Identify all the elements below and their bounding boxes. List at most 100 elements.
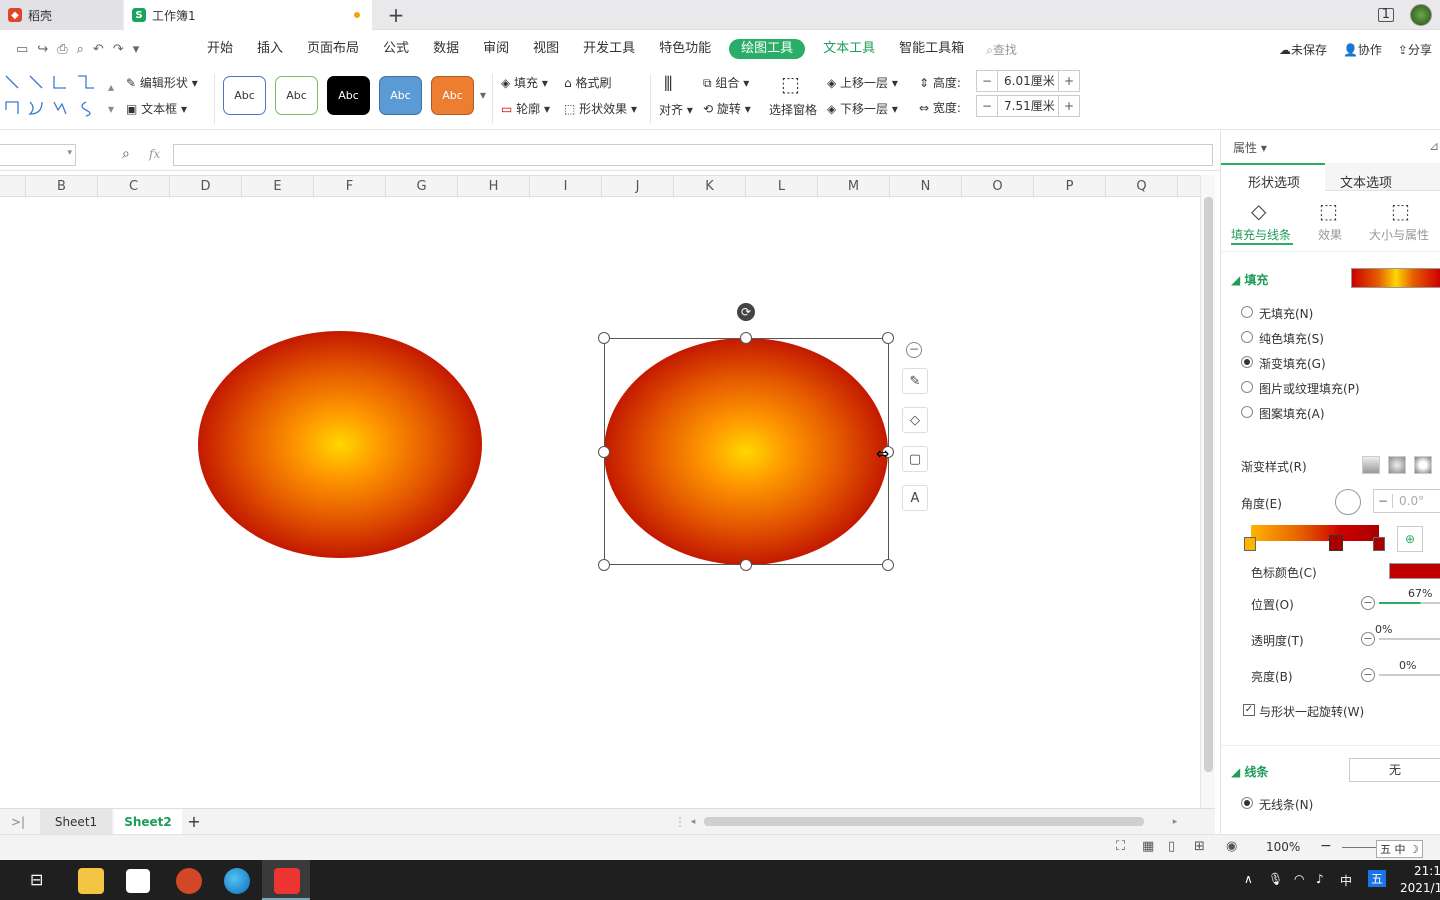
float-style-brush-icon[interactable]: ✎ xyxy=(902,368,928,394)
column-header[interactable]: P xyxy=(1034,176,1106,197)
size-props-icon[interactable]: ⬚ xyxy=(1391,199,1410,223)
style-more-icon[interactable]: ▾ xyxy=(480,88,486,102)
gradient-bar[interactable] xyxy=(1251,525,1379,541)
column-header[interactable]: M xyxy=(818,176,890,197)
column-header-a-partial[interactable] xyxy=(0,176,26,197)
shape-style-5[interactable]: Abc xyxy=(431,76,474,115)
menu-developer[interactable]: 开发工具 xyxy=(571,30,647,68)
radio-no-line[interactable] xyxy=(1241,797,1253,809)
unsaved-button[interactable]: ☁未保存 xyxy=(1279,41,1327,58)
transparency-slider[interactable] xyxy=(1379,638,1440,640)
menu-review[interactable]: 审阅 xyxy=(471,30,521,68)
column-header[interactable]: N xyxy=(890,176,962,197)
resize-handle-w[interactable] xyxy=(598,446,610,458)
share-doc-icon[interactable]: ↪ xyxy=(37,42,48,57)
search-box[interactable]: ⌕查找 xyxy=(986,41,1017,58)
collapse-icon[interactable]: − xyxy=(906,342,922,358)
column-header[interactable]: G xyxy=(386,176,458,197)
page-break-view-icon[interactable]: ⊞ xyxy=(1194,839,1205,854)
ime-tray-label[interactable]: 中 xyxy=(1340,872,1352,889)
gradient-ellipse-shape[interactable] xyxy=(198,331,482,558)
column-header[interactable]: J xyxy=(602,176,674,197)
shape-effect-button[interactable]: ⬚ 形状效果 ▾ xyxy=(564,100,637,117)
column-header[interactable]: I xyxy=(530,176,602,197)
microphone-icon[interactable]: 🎙 xyxy=(1268,872,1283,886)
column-header[interactable]: B xyxy=(26,176,98,197)
page-layout-view-icon[interactable]: ▯ xyxy=(1168,839,1175,854)
fill-button[interactable]: ◈ 填充 ▾ xyxy=(501,74,548,91)
horizontal-scroll-thumb[interactable] xyxy=(704,817,1144,826)
zoom-level[interactable]: 100% xyxy=(1266,840,1300,854)
redo-icon[interactable]: ↷ xyxy=(113,42,124,57)
align-button[interactable]: 对齐 ▾ xyxy=(659,101,693,118)
angle-stepper[interactable]: − 0.0° xyxy=(1373,489,1440,513)
gradient-stop-3[interactable] xyxy=(1373,537,1385,551)
align-icon[interactable]: ⫴ xyxy=(664,72,672,96)
width-value[interactable]: 7.51厘米 xyxy=(997,96,1059,116)
powerpoint-icon[interactable] xyxy=(176,868,202,894)
layout-icon[interactable]: 1 xyxy=(1377,8,1394,22)
vertical-scrollbar[interactable] xyxy=(1200,175,1215,808)
chevron-down-icon[interactable]: ▾ xyxy=(67,148,72,158)
radio-solid-fill[interactable] xyxy=(1241,331,1253,343)
subtab-effect[interactable]: 效果 xyxy=(1318,226,1342,243)
share-button[interactable]: ⇪分享 xyxy=(1398,41,1432,58)
fx-icon[interactable]: fx xyxy=(149,147,160,161)
line-shapes-gallery[interactable] xyxy=(2,72,114,120)
position-decrease-button[interactable]: − xyxy=(1361,596,1375,610)
zoom-formula-icon[interactable]: ⌕ xyxy=(122,146,130,162)
gradient-style-radial[interactable] xyxy=(1388,456,1406,474)
column-header[interactable]: E xyxy=(242,176,314,197)
column-header[interactable]: Q xyxy=(1106,176,1178,197)
shape-style-2[interactable]: Abc xyxy=(275,76,318,115)
edge-icon[interactable] xyxy=(224,868,250,894)
resize-handle-s[interactable] xyxy=(740,559,752,571)
volume-icon[interactable]: ♪ xyxy=(1316,872,1324,886)
column-header[interactable]: H xyxy=(458,176,530,197)
float-text-icon[interactable]: A xyxy=(902,485,928,511)
height-increase-button[interactable]: + xyxy=(1059,74,1079,88)
rotate-button[interactable]: ⟲ 旋转 ▾ xyxy=(703,100,751,117)
outline-button[interactable]: ▭ 轮廓 ▾ xyxy=(501,100,550,117)
tray-expand-icon[interactable]: ∧ xyxy=(1244,872,1253,886)
menu-drawing-tools[interactable]: 绘图工具 xyxy=(729,39,806,59)
gallery-scroll-icon[interactable]: ▴ xyxy=(108,80,114,94)
resize-handle-sw[interactable] xyxy=(598,559,610,571)
angle-decrease-button[interactable]: − xyxy=(1374,494,1392,508)
print-preview-icon[interactable]: ⌕ xyxy=(77,42,84,57)
height-stepper[interactable]: − 6.01厘米 + xyxy=(976,70,1080,92)
tab-workbook[interactable]: S 工作簿1 xyxy=(124,0,372,30)
text-box-button[interactable]: ▣ 文本框 ▾ xyxy=(126,100,187,117)
resize-handle-nw[interactable] xyxy=(598,332,610,344)
panel-title[interactable]: 属性 ▾ xyxy=(1233,139,1267,156)
taskbar-time[interactable]: 21:1 xyxy=(1414,864,1440,878)
fullscreen-icon[interactable]: ⛶ xyxy=(1116,839,1125,854)
fill-color-preview[interactable] xyxy=(1351,268,1440,288)
radio-picture-fill[interactable] xyxy=(1241,381,1253,393)
collaborate-button[interactable]: 👤协作 xyxy=(1343,41,1382,58)
height-value[interactable]: 6.01厘米 xyxy=(997,71,1059,91)
transparency-decrease-button[interactable]: − xyxy=(1361,632,1375,646)
shape-style-3[interactable]: Abc xyxy=(327,76,370,115)
width-stepper[interactable]: − 7.51厘米 + xyxy=(976,95,1080,117)
last-sheet-icon[interactable]: >| xyxy=(8,809,28,835)
vertical-scroll-thumb[interactable] xyxy=(1204,197,1213,772)
menu-data[interactable]: 数据 xyxy=(421,30,471,68)
stop-color-swatch[interactable] xyxy=(1389,563,1440,579)
menu-text-tools[interactable]: 文本工具 xyxy=(811,30,887,68)
worksheet-canvas[interactable]: ⟳ ⇔ − ✎ ◇ ▢ A xyxy=(0,198,1200,808)
resize-handle-se[interactable] xyxy=(882,559,894,571)
taskbar-date[interactable]: 2021/1 xyxy=(1400,881,1440,895)
print-icon[interactable]: ⎙ xyxy=(57,42,67,57)
rotate-with-shape-checkbox[interactable]: ✓ xyxy=(1243,704,1255,716)
column-header[interactable]: O xyxy=(962,176,1034,197)
float-outline-icon[interactable]: ▢ xyxy=(902,446,928,472)
menu-home[interactable]: 开始 xyxy=(195,30,245,68)
eye-protection-icon[interactable]: ◉ xyxy=(1226,839,1237,854)
shape-style-1[interactable]: Abc xyxy=(223,76,266,115)
store-icon[interactable] xyxy=(126,869,150,893)
resize-handle-n[interactable] xyxy=(740,332,752,344)
gradient-style-rect[interactable] xyxy=(1414,456,1432,474)
angle-value[interactable]: 0.0° xyxy=(1392,494,1424,508)
undo-icon[interactable]: ↶ xyxy=(93,42,104,57)
